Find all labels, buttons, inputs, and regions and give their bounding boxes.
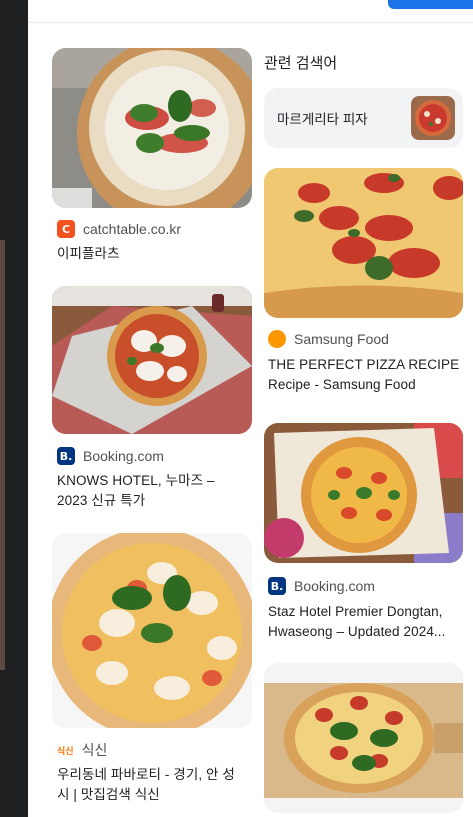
result-source[interactable]: B. Booking.com (57, 447, 164, 465)
booking-favicon-icon: B. (268, 577, 286, 595)
result-title[interactable]: THE PERFECT PIZZA RECIPE Recipe - Samsun… (268, 355, 463, 395)
result-source[interactable]: 식신 식신 (57, 740, 107, 760)
booking-favicon-icon: B. (57, 447, 75, 465)
catchtable-favicon-icon: C (57, 220, 75, 238)
left-panel-edge (0, 0, 28, 817)
source-name: Booking.com (294, 578, 375, 594)
result-title[interactable]: 우리동네 파바로티 - 경기, 안 성시 | 맛집검색 식신 (57, 765, 247, 805)
related-search-label: 마르게리타 피자 (277, 112, 368, 127)
siksin-favicon-icon: 식신 (57, 746, 74, 757)
result-image[interactable] (52, 48, 252, 208)
result-image[interactable] (264, 423, 463, 563)
pizza-thumbnail-icon (411, 96, 455, 140)
samsung-food-favicon-icon (268, 330, 286, 348)
result-image[interactable] (52, 533, 252, 728)
left-panel-image-edge (0, 240, 5, 670)
related-searches-heading: 관련 검색어 (264, 55, 338, 72)
source-name: 식신 (81, 742, 108, 758)
result-source[interactable]: B. Booking.com (268, 577, 375, 595)
result-image[interactable] (264, 168, 463, 318)
result-image[interactable] (264, 663, 463, 813)
result-title[interactable]: 이피플라츠 (57, 244, 247, 264)
related-search-chip[interactable]: 마르게리타 피자 (264, 88, 463, 148)
result-title-line: Staz Hotel Premier Dongtan, (268, 604, 443, 619)
top-action-button[interactable] (388, 0, 473, 9)
result-title-line: Hwaseong – Updated 2024... (268, 624, 446, 639)
header-divider (28, 22, 473, 23)
source-name: Booking.com (83, 448, 164, 464)
result-title[interactable]: Staz Hotel Premier Dongtan, Hwaseong – U… (268, 602, 468, 642)
result-source[interactable]: C catchtable.co.kr (57, 220, 181, 238)
result-title[interactable]: KNOWS HOTEL, 누마즈 – 2023 신규 특가 (57, 471, 247, 511)
result-image[interactable] (52, 286, 252, 434)
result-source[interactable]: Samsung Food (268, 330, 389, 348)
source-name: catchtable.co.kr (83, 221, 182, 237)
source-name: Samsung Food (294, 331, 389, 347)
